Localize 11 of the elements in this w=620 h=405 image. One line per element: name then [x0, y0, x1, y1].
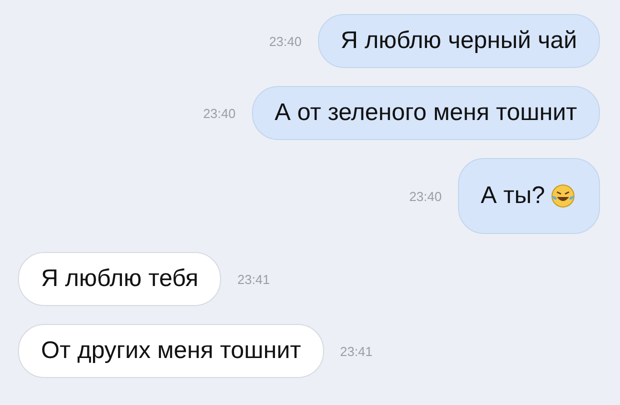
- laughing-emoji-icon: [549, 182, 577, 210]
- message-time: 23:40: [409, 188, 442, 204]
- message-bubble: От других меня тошнит: [18, 324, 324, 378]
- message-bubble: А от зеленого меня тошнит: [252, 86, 600, 140]
- message-bubble: Я люблю черный чай: [318, 14, 600, 68]
- message-time: 23:41: [340, 344, 373, 358]
- message-time: 23:40: [203, 106, 236, 120]
- message-bubble: А ты?: [458, 158, 600, 234]
- message-time: 23:41: [237, 272, 270, 286]
- message-time: 23:40: [269, 34, 302, 48]
- message-bubble: Я люблю тебя: [18, 252, 222, 306]
